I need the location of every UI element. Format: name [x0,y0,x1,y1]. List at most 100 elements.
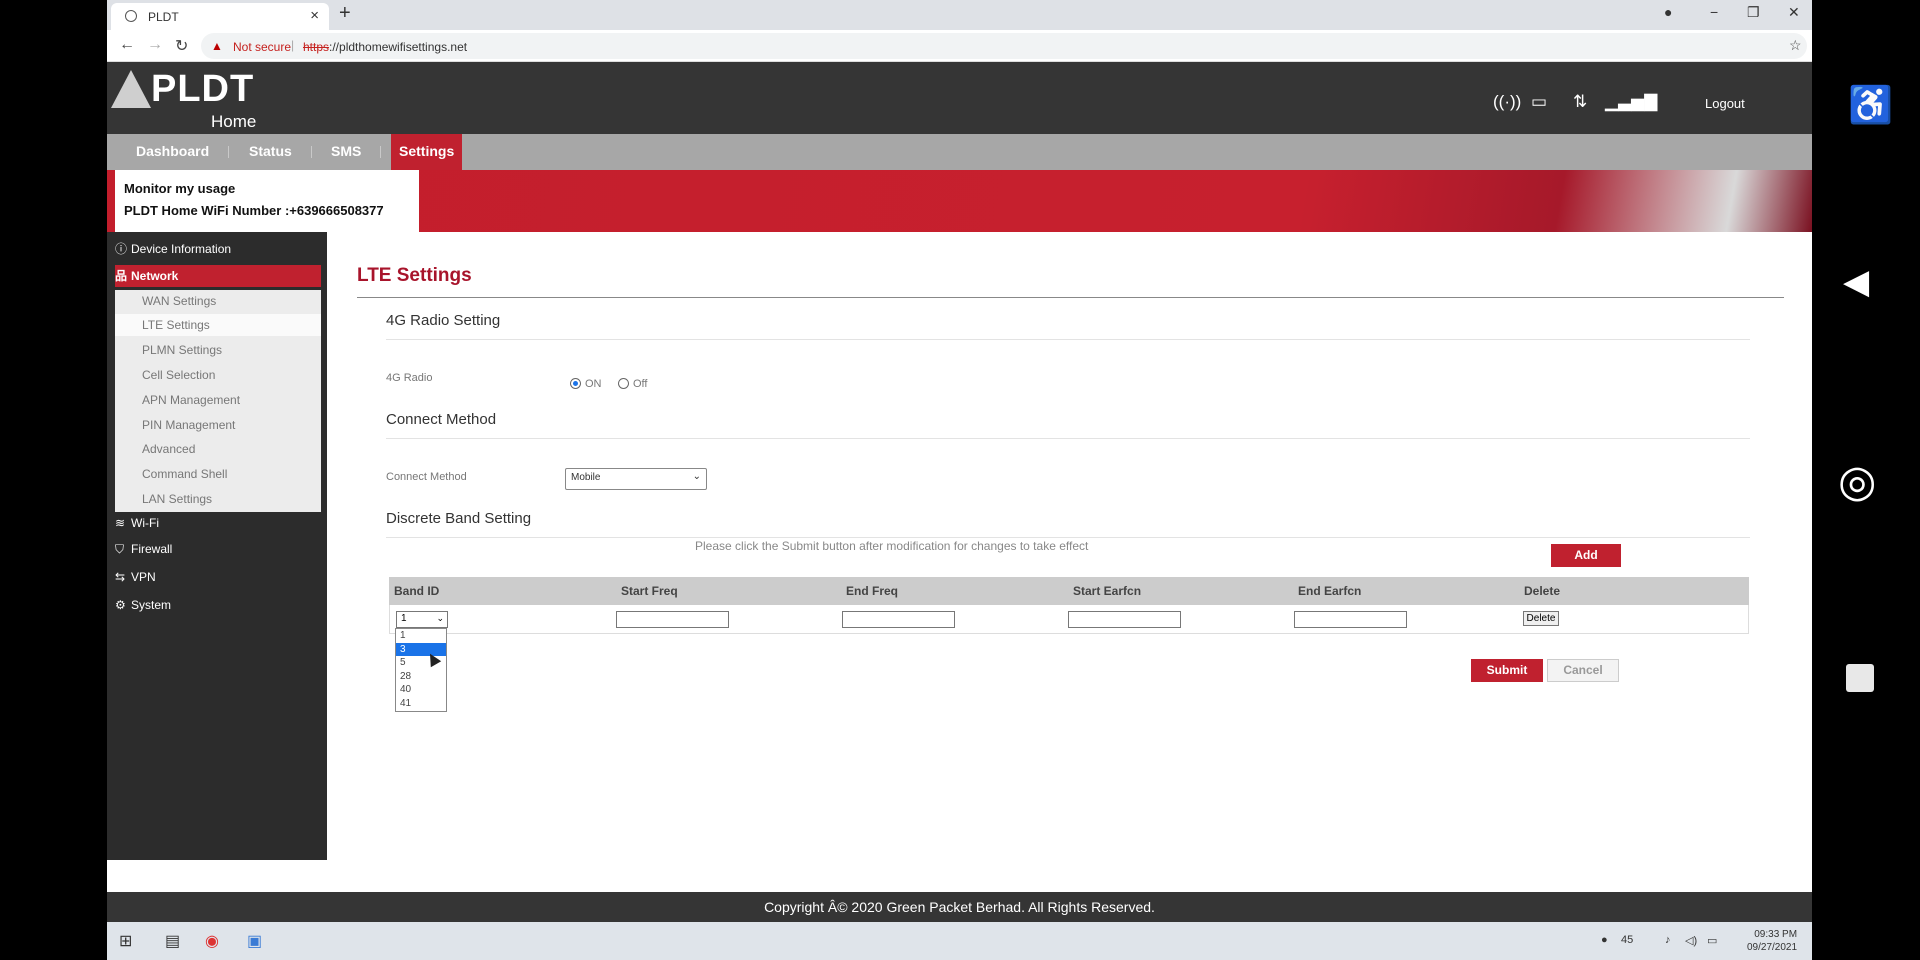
band-id-dropdown: 1 3 5 28 40 41 [395,628,447,712]
url-text[interactable]: https://pldthomewifisettings.net [303,40,467,54]
close-tab-icon[interactable]: × [310,7,319,24]
minimize-icon[interactable]: − [1710,4,1718,20]
menu-sms[interactable]: SMS [323,134,369,170]
col-end-earfcn: End Earfcn [1298,584,1362,598]
wifi-icon: ≋ [115,516,126,530]
warning-icon[interactable]: ▲ [211,39,223,53]
windows-start-icon[interactable]: ⊞ [119,931,132,951]
forward-icon[interactable]: → [147,36,163,54]
col-end-freq: End Freq [846,584,899,598]
security-label[interactable]: Not secure [233,40,291,54]
sidebar-label: VPN [131,570,156,584]
sidebar-item-wifi[interactable]: ≋ Wi-Fi [115,516,159,530]
radio-on-label: ON [585,378,602,390]
menu-settings[interactable]: Settings [391,134,463,170]
start-earfcn-input[interactable] [1068,611,1181,628]
band-option[interactable]: 41 [396,697,446,711]
add-button[interactable]: Add [1551,544,1621,567]
clock[interactable]: 09:33 PM 09/27/2021 [1747,928,1797,954]
url-divider: | [291,38,295,52]
radio-on-button[interactable] [570,378,581,389]
start-freq-input[interactable] [616,611,729,628]
windows-taskbar: ⊞ ▤ ◉ ▣ ● 45 ♪ ◁) ▭ 09:33 PM 09/27/2021 [107,922,1812,960]
android-home-icon[interactable]: ◎ [1838,456,1876,507]
gear-icon: ⚙ [115,598,126,612]
delete-row-button[interactable]: Delete [1523,611,1559,626]
url-field[interactable]: ▲ Not secure | https://pldthomewifisetti… [201,33,1807,59]
file-explorer-icon[interactable]: ▤ [165,931,180,951]
shield-icon: ⛉ [115,542,125,556]
sidebar-item-firewall[interactable]: ⛉ Firewall [115,542,172,557]
star-icon[interactable]: ☆ [1789,37,1802,54]
tab-title: PLDT [148,10,179,24]
network-tray-icon[interactable]: ▭ [1707,934,1717,947]
radio-on-option[interactable]: ON [570,378,602,390]
app-icon[interactable]: ▣ [247,931,262,951]
submenu-plmn-settings[interactable]: PLMN Settings [142,343,222,357]
band-option[interactable]: 28 [396,670,446,684]
browser-tab[interactable]: PLDT × [111,3,329,30]
sim-icon: ▭ [1531,92,1548,111]
restore-icon[interactable]: ❐ [1747,4,1760,21]
sidebar-label: System [131,598,172,612]
logout-link[interactable]: Logout [1705,96,1745,111]
wifi-icon: ((·)) [1493,92,1522,111]
network-submenu: WAN Settings LTE Settings PLMN Settings … [115,290,321,512]
footer: Copyright Â© 2020 Green Packet Berhad. A… [107,892,1812,922]
radio-label: 4G Radio [386,372,433,384]
android-recents-icon[interactable] [1846,664,1874,692]
chevron-down-icon: ⌄ [692,471,701,482]
new-tab-icon[interactable]: + [339,2,351,25]
browser-window: PLDT × + ● − ❐ ✕ ← → ↻ ▲ Not secure | ht… [107,0,1812,960]
connect-method-label: Connect Method [386,471,467,483]
page-title: LTE Settings [357,265,472,286]
reload-icon[interactable]: ↻ [175,36,188,56]
connect-method-select[interactable]: Mobile ⌄ [565,468,707,490]
col-delete: Delete [1524,584,1561,598]
main-menu: Dashboard Status SMS Settings [107,134,1812,170]
android-back-icon[interactable]: ◀ [1843,262,1869,302]
submenu-lan-settings[interactable]: LAN Settings [142,492,212,506]
address-bar: ← → ↻ ▲ Not secure | https://pldthomewif… [107,30,1812,62]
submenu-pin-management[interactable]: PIN Management [142,418,235,432]
connect-section-title: Connect Method [386,411,497,428]
submit-button[interactable]: Submit [1471,659,1543,682]
radio-off-option[interactable]: Off [618,378,647,390]
sidebar-item-network[interactable]: 品 Network [115,265,321,287]
menu-status[interactable]: Status [241,134,300,170]
menu-dashboard[interactable]: Dashboard [128,134,217,170]
tray-app-icon[interactable]: ● [1601,934,1608,946]
volume-icon[interactable]: ◁) [1685,934,1697,947]
submenu-advanced[interactable]: Advanced [142,442,195,456]
end-earfcn-input[interactable] [1294,611,1407,628]
end-freq-input[interactable] [842,611,955,628]
sidebar-item-vpn[interactable]: ⇆ VPN [115,570,156,584]
accessibility-icon[interactable]: ♿ [1848,84,1893,126]
section-divider [386,339,1750,340]
chrome-icon[interactable]: ◉ [205,931,219,951]
submenu-lte-settings[interactable]: LTE Settings [115,314,321,336]
monitor-usage-link[interactable]: Monitor my usage [124,181,235,196]
vpn-icon: ⇆ [115,570,126,584]
clock-date: 09/27/2021 [1747,942,1798,953]
band-option[interactable]: 3 [396,642,446,656]
band-id-select[interactable]: 1 ⌄ [396,611,448,628]
submenu-wan-settings[interactable]: WAN Settings [142,294,216,308]
radio-off-button[interactable] [618,378,629,389]
back-icon[interactable]: ← [119,36,135,54]
submenu-apn-management[interactable]: APN Management [142,393,240,407]
cancel-button[interactable]: Cancel [1547,659,1619,682]
band-option[interactable]: 40 [396,683,446,697]
section-divider [386,537,1750,538]
sidebar-item-device-information[interactable]: ⓘ Device Information [115,240,231,257]
col-start-freq: Start Freq [621,584,678,598]
submenu-cell-selection[interactable]: Cell Selection [142,368,215,382]
band-option[interactable]: 1 [396,629,446,643]
microphone-icon[interactable]: ♪ [1665,934,1671,946]
submit-note: Please click the Submit button after mod… [695,539,1089,553]
close-window-icon[interactable]: ✕ [1788,4,1800,21]
sidebar-item-system[interactable]: ⚙ System [115,598,171,612]
profile-circle-icon[interactable]: ● [1664,4,1672,20]
col-band-id: Band ID [394,584,440,598]
submenu-command-shell[interactable]: Command Shell [142,467,227,481]
